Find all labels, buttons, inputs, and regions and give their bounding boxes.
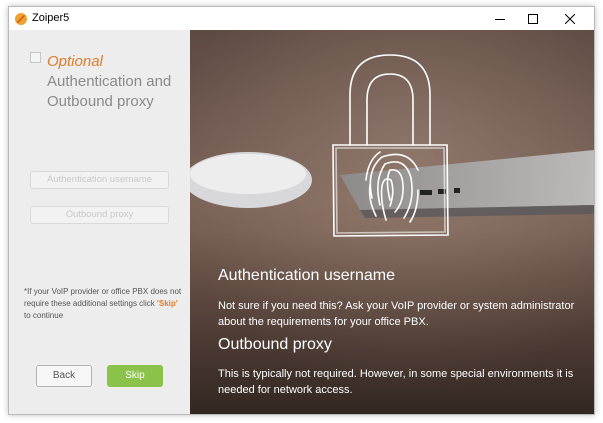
maximize-icon	[528, 13, 538, 24]
back-button[interactable]: Back	[36, 365, 92, 387]
auth-info-text: Not sure if you need this? Ask your VoIP…	[218, 300, 575, 328]
skip-note-keyword: 'Skip'	[156, 299, 178, 308]
optional-checkbox[interactable]	[30, 52, 41, 63]
skip-button[interactable]: Skip	[107, 365, 163, 387]
outbound-proxy-field[interactable]: Outbound proxy	[30, 206, 169, 224]
close-button[interactable]	[554, 7, 586, 30]
zoiper-app-icon	[15, 13, 27, 25]
app-window: Zoiper5 Optional Authentication and Outb…	[8, 6, 595, 415]
padlock-fingerprint-illustration	[190, 30, 594, 414]
section-heading-line2: Outbound proxy	[47, 93, 154, 110]
skip-note: *If your VoIP provider or office PBX doe…	[24, 286, 184, 322]
proxy-info-text: This is typically not required. However,…	[218, 368, 574, 396]
section-heading-line1: Authentication and	[47, 73, 172, 90]
optional-label: Optional	[47, 53, 103, 70]
minimize-button[interactable]	[484, 7, 516, 30]
proxy-info-title: Outbound proxy	[218, 336, 332, 353]
title-bar[interactable]: Zoiper5	[9, 7, 594, 30]
minimize-icon	[495, 18, 505, 20]
auth-info-title: Authentication username	[218, 267, 395, 284]
info-panel: Authentication username Not sure if you …	[190, 30, 594, 414]
close-icon	[565, 13, 575, 24]
skip-note-text-end: to continue	[24, 311, 64, 320]
auth-username-field[interactable]: Authentication username	[30, 171, 169, 189]
maximize-button[interactable]	[517, 7, 549, 30]
settings-panel: Optional Authentication and Outbound pro…	[9, 30, 190, 414]
window-title: Zoiper5	[32, 12, 70, 24]
